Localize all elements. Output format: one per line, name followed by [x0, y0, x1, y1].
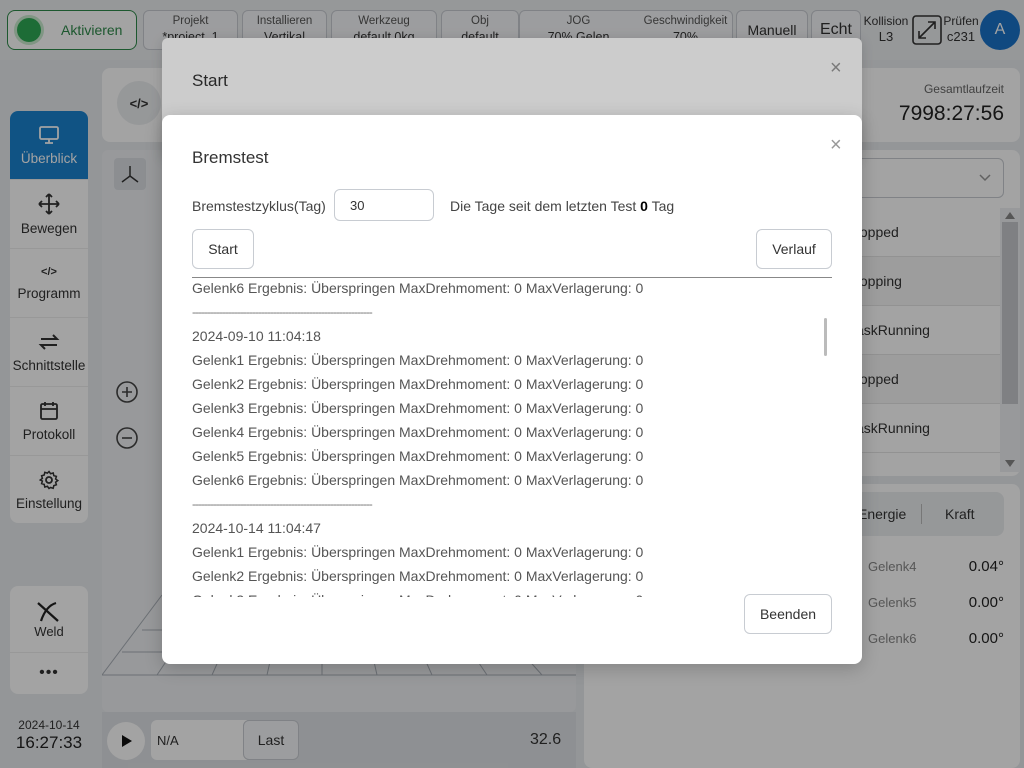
log-line: Gelenk5 Ergebnis: Überspringen MaxDrehmo… — [192, 448, 644, 464]
days-suffix: Tag — [651, 198, 675, 214]
log-line: Gelenk6 Ergebnis: Überspringen MaxDrehmo… — [192, 280, 644, 296]
log-separator: ----------------------------------------… — [192, 305, 373, 319]
log-line: Gelenk2 Ergebnis: Überspringen MaxDrehmo… — [192, 376, 644, 392]
log-line: 2024-09-10 11:04:18 — [192, 328, 321, 344]
days-prefix: Die Tage seit dem letzten Test — [450, 198, 637, 214]
days-value: 0 — [640, 198, 648, 214]
cycle-label: Bremstestzyklus(Tag) — [192, 198, 326, 214]
log-line: Gelenk2 Ergebnis: Überspringen MaxDrehmo… — [192, 568, 644, 584]
cycle-input[interactable]: 30 — [334, 189, 434, 221]
history-button[interactable]: Verlauf — [756, 229, 832, 269]
log-line: Gelenk3 Ergebnis: Überspringen MaxDrehmo… — [192, 592, 832, 597]
log-scroll-thumb[interactable] — [824, 318, 827, 356]
brake-test-log[interactable]: Gelenk6 Ergebnis: Überspringen MaxDrehmo… — [192, 277, 832, 597]
log-line: Gelenk1 Ergebnis: Überspringen MaxDrehmo… — [192, 352, 644, 368]
end-button[interactable]: Beenden — [744, 594, 832, 634]
log-line: Gelenk3 Ergebnis: Überspringen MaxDrehmo… — [192, 400, 644, 416]
log-line: 2024-10-14 11:04:47 — [192, 520, 321, 536]
brake-dialog-title: Bremstest — [192, 148, 269, 167]
log-line: Gelenk1 Ergebnis: Überspringen MaxDrehmo… — [192, 544, 644, 560]
brake-start-button[interactable]: Start — [192, 229, 254, 269]
close-icon[interactable]: × — [830, 135, 842, 155]
log-line: Gelenk4 Ergebnis: Überspringen MaxDrehmo… — [192, 424, 644, 440]
log-line: Gelenk6 Ergebnis: Überspringen MaxDrehmo… — [192, 472, 644, 488]
days-since-test: Die Tage seit dem letzten Test 0 Tag — [450, 198, 674, 214]
brake-test-dialog: Bremstest × Bremstestzyklus(Tag) 30 Die … — [162, 115, 862, 664]
log-separator: ----------------------------------------… — [192, 497, 373, 511]
